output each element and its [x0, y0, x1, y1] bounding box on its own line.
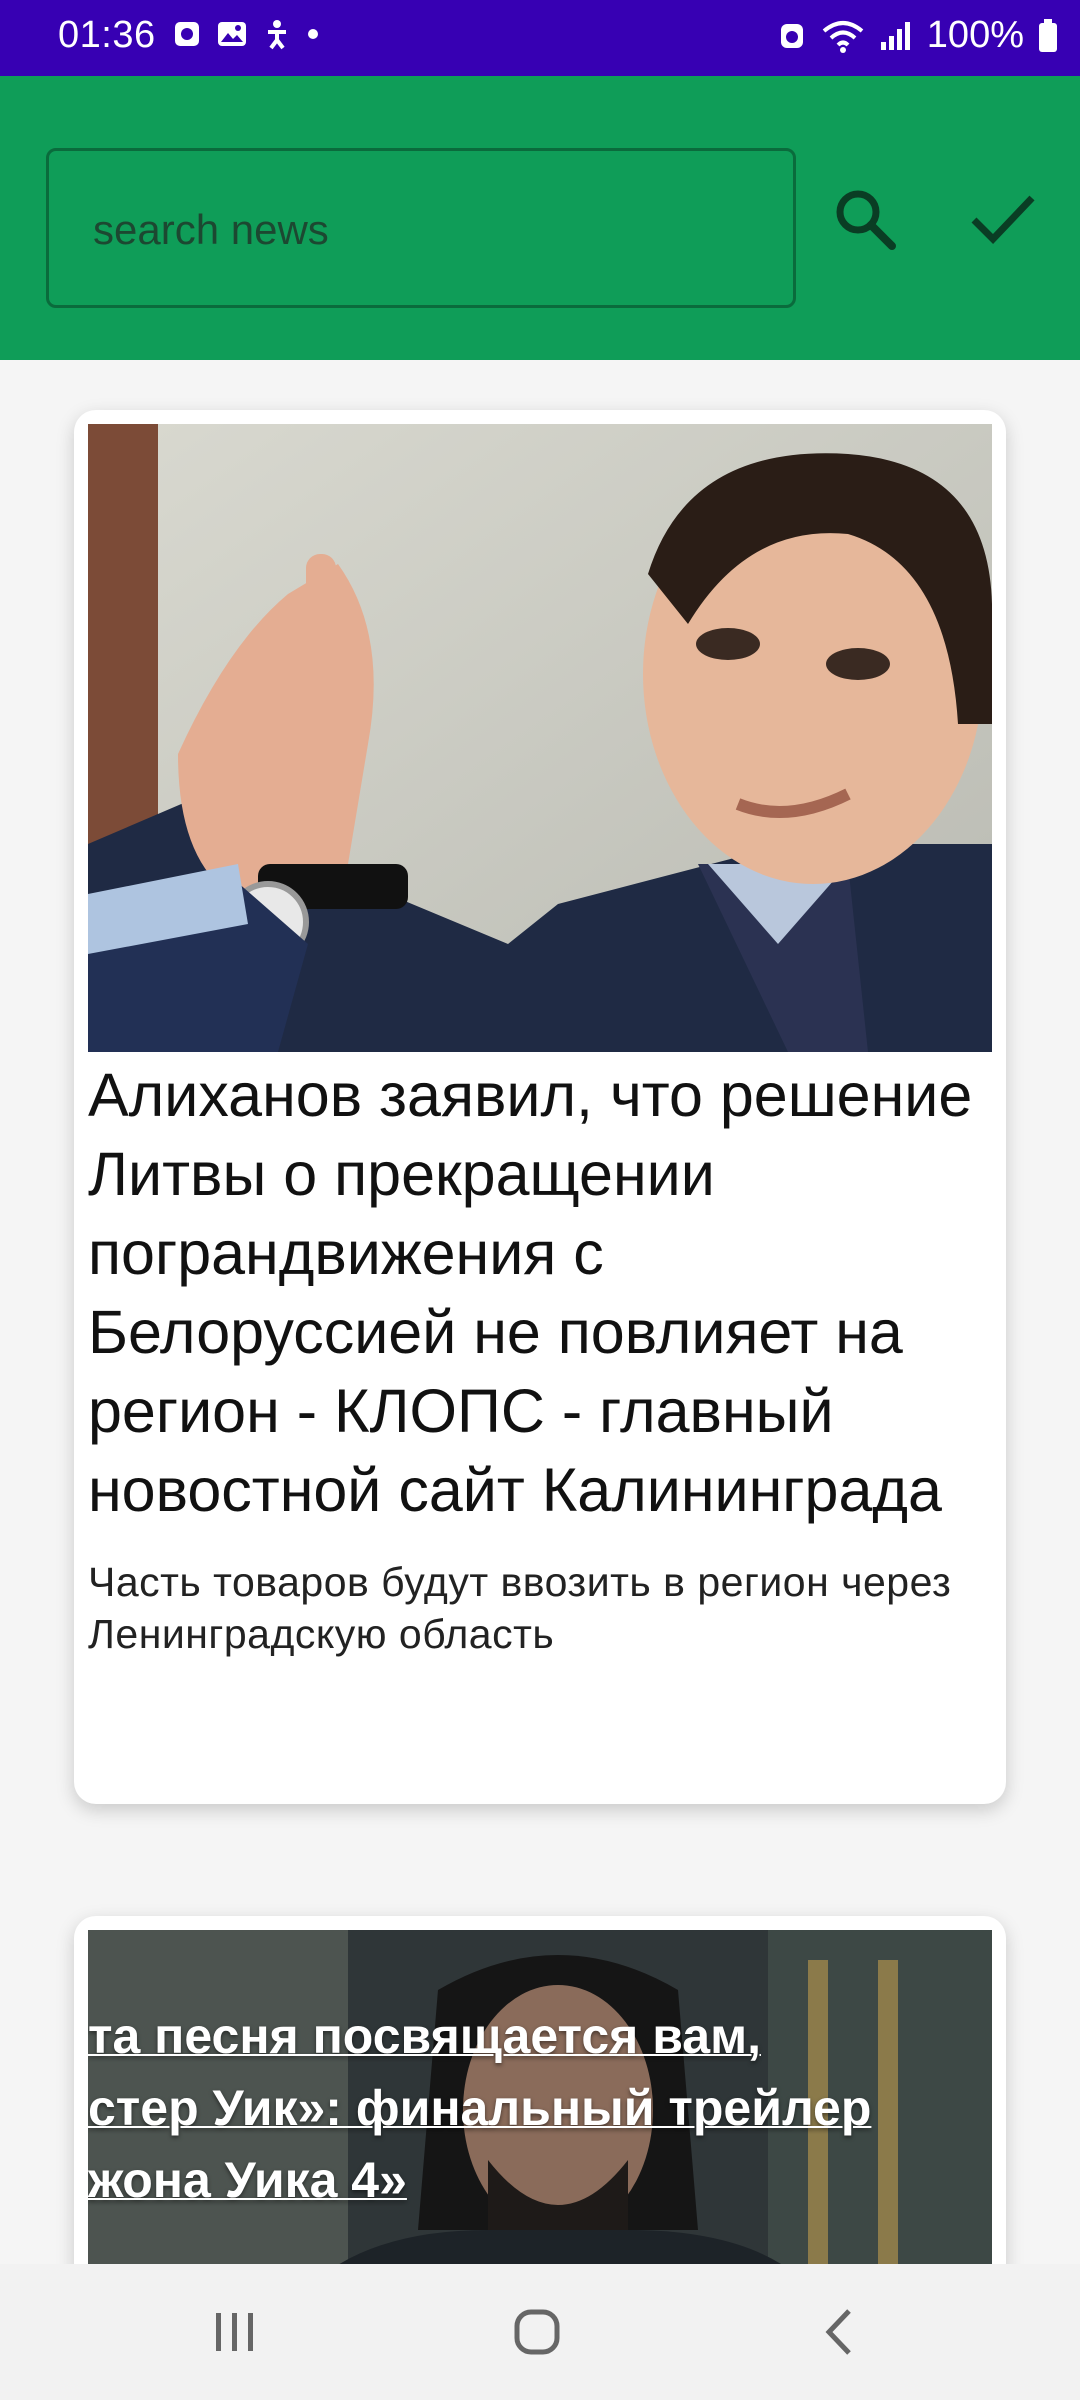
news-image: [88, 424, 992, 1052]
recents-icon: [216, 2313, 253, 2351]
search-field[interactable]: [46, 148, 796, 308]
news-feed[interactable]: Алиханов заявил, что решение Литвы о пре…: [0, 360, 1080, 2264]
signal-icon: [880, 21, 910, 50]
accessibility-notification-icon: [268, 20, 286, 50]
news-image: та песня посвящается вам, стер Уик»: фин…: [88, 1930, 992, 2264]
recents-button[interactable]: [200, 2302, 270, 2362]
app-bar: [0, 76, 1080, 360]
confirm-button[interactable]: [958, 174, 1048, 264]
back-button[interactable]: [804, 2302, 874, 2362]
overlay-line: стер Уик»: финальный трейлер: [88, 2080, 872, 2136]
news-description: Часть товаров будут ввозить в регион чер…: [88, 1559, 952, 1657]
news-card[interactable]: Алиханов заявил, что решение Литвы о пре…: [74, 410, 1006, 1804]
overlay-line: жона Уика 4»: [88, 2152, 407, 2208]
navigation-bar: [0, 2264, 1080, 2400]
search-button[interactable]: [820, 174, 910, 264]
status-bar: 01:36 100%: [0, 0, 1080, 76]
news-title: Алиханов заявил, что решение Литвы о пре…: [88, 1061, 973, 1524]
battery-percent: 100%: [926, 14, 1024, 56]
search-icon: [836, 190, 896, 250]
home-icon: [514, 2309, 560, 2355]
news-card[interactable]: та песня посвящается вам, стер Уик»: фин…: [74, 1916, 1006, 2264]
battery-icon: [1039, 18, 1057, 52]
wifi-icon: [822, 20, 864, 53]
overlay-line: та песня посвящается вам,: [88, 2008, 761, 2064]
overlay-headline: та песня посвящается вам, стер Уик»: фин…: [88, 2000, 992, 2216]
status-right: 100%: [777, 14, 1058, 57]
status-time: 01:36: [58, 14, 156, 56]
back-icon: [825, 2309, 851, 2355]
dot-icon: [308, 29, 318, 39]
alarm-icon: [780, 23, 803, 48]
search-input[interactable]: [91, 201, 755, 259]
app-notification-icon: [175, 22, 199, 46]
gallery-notification-icon: [218, 22, 246, 46]
check-icon: [971, 195, 1035, 245]
home-button[interactable]: [502, 2302, 572, 2362]
notification-icons: [172, 18, 320, 50]
